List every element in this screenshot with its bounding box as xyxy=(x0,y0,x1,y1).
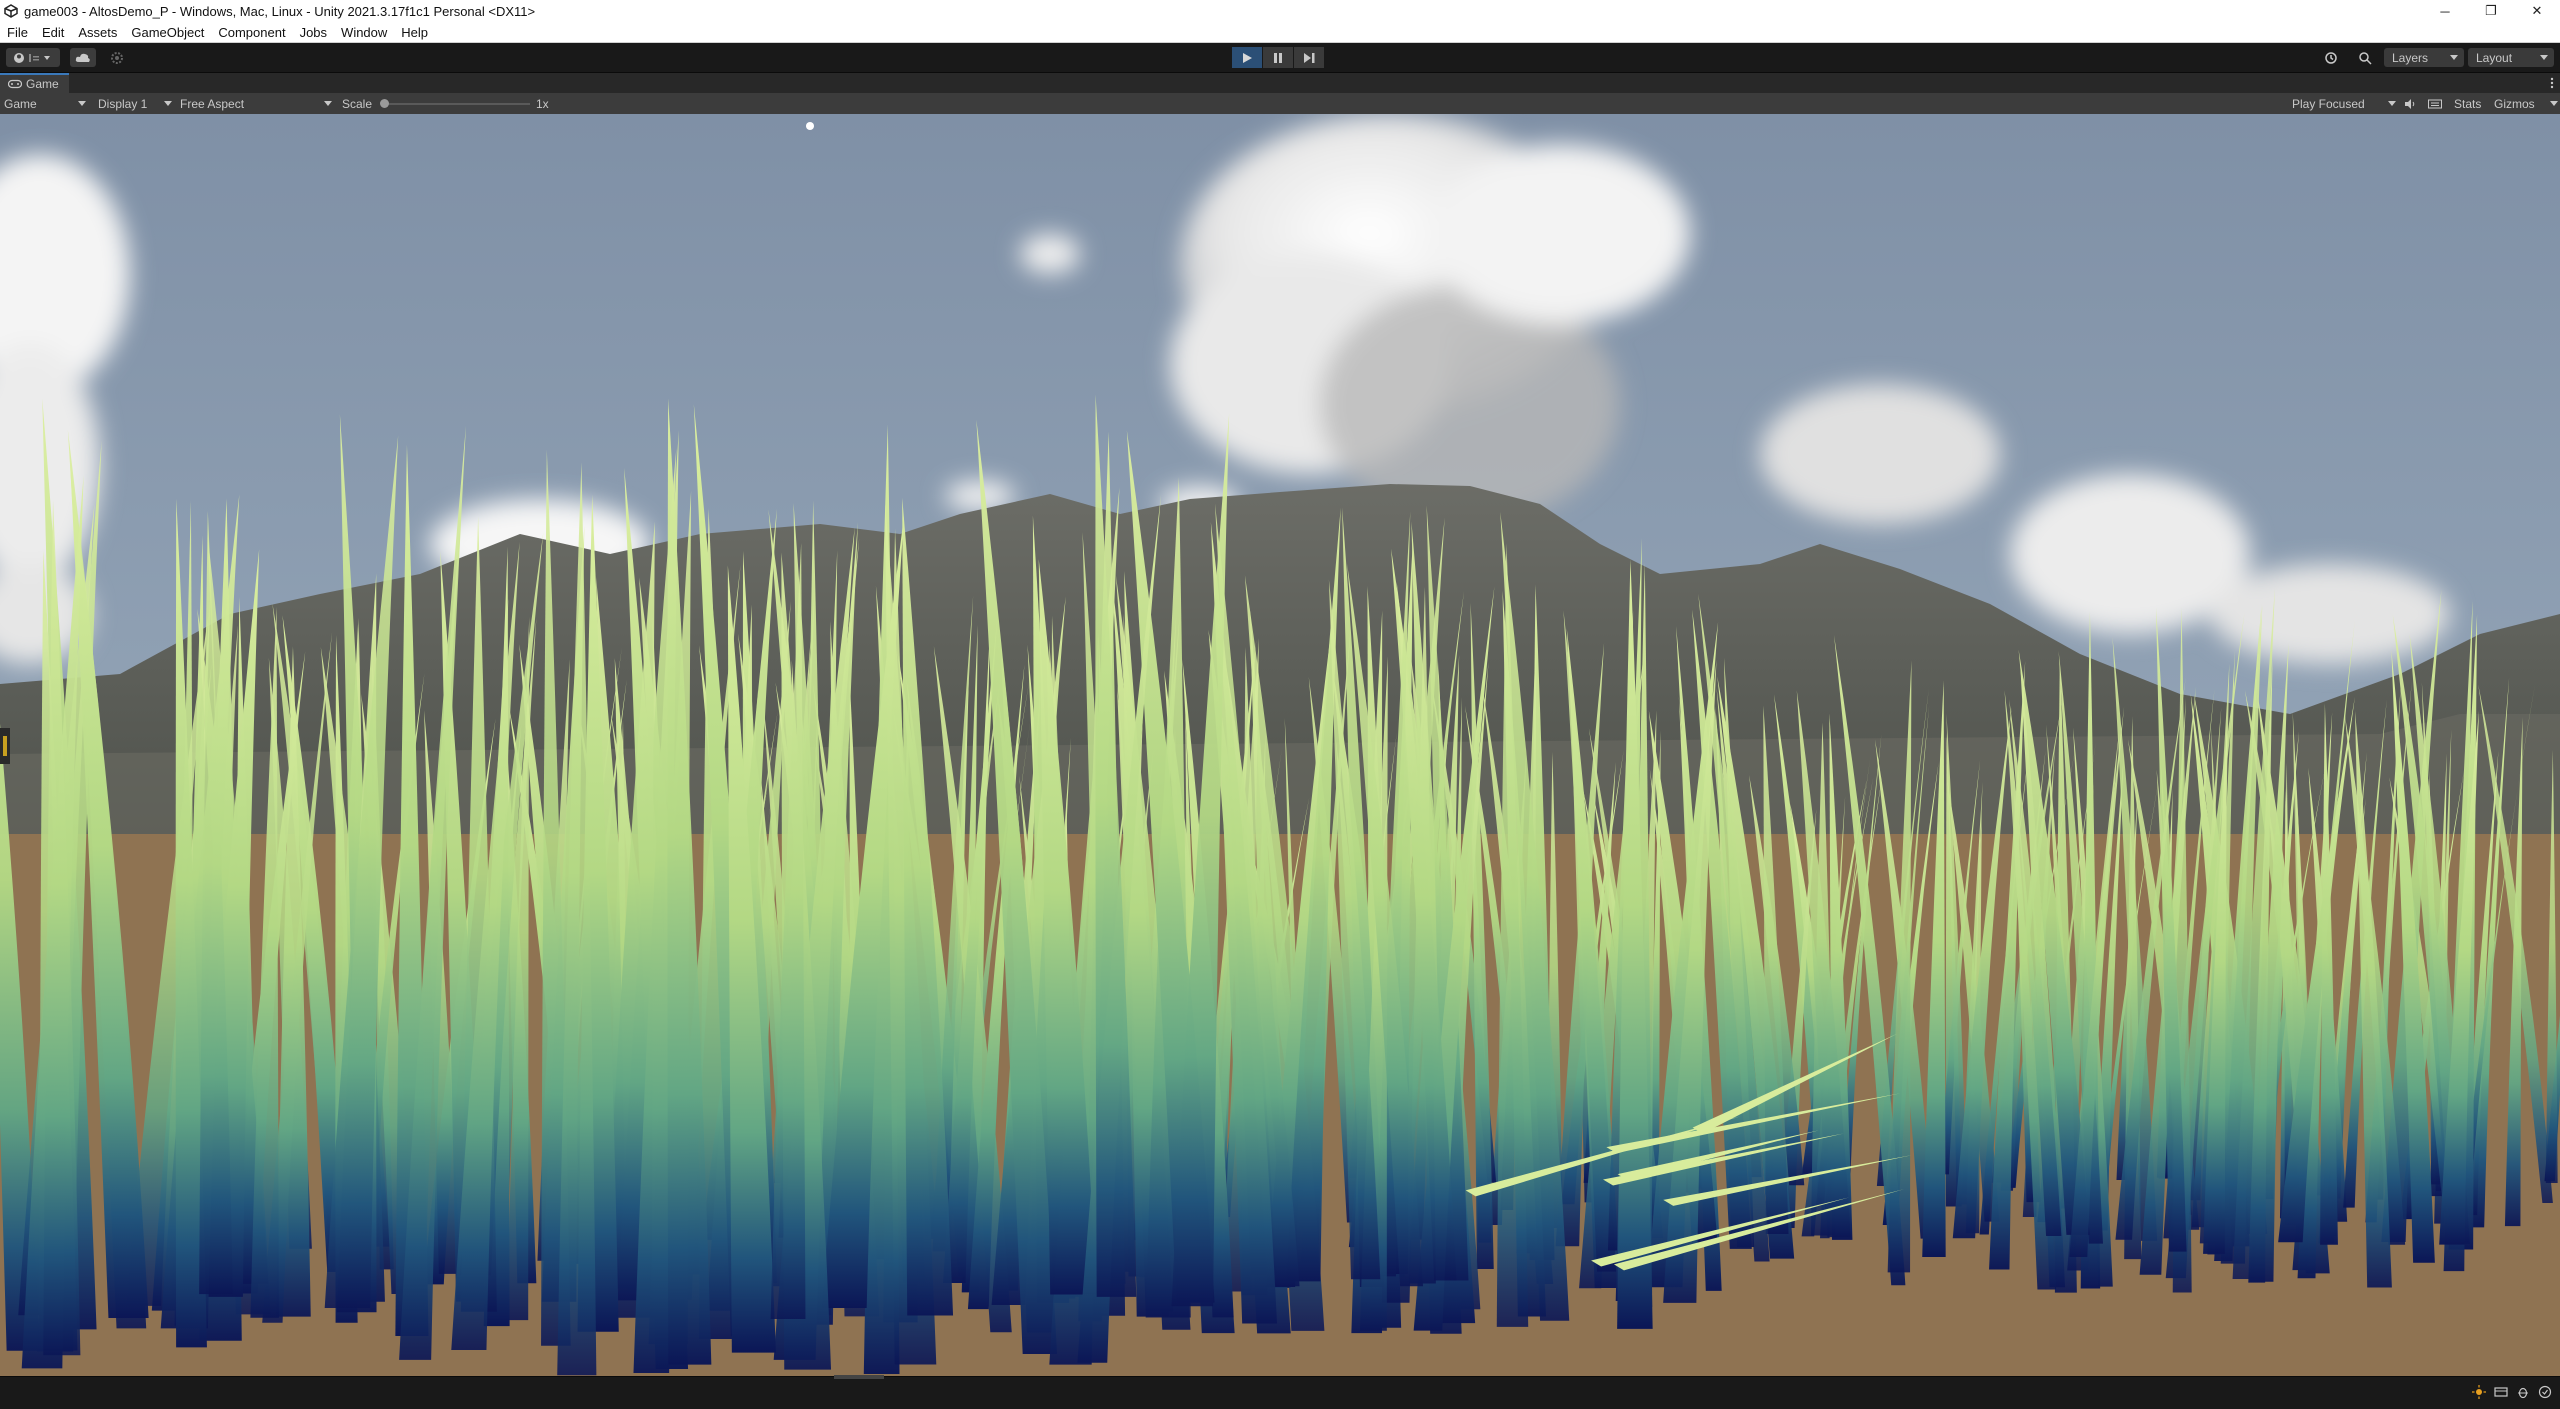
close-button[interactable]: ✕ xyxy=(2514,0,2560,22)
title-bar: game003 - AltosDemo_P - Windows, Mac, Li… xyxy=(0,0,2560,22)
tab-bar: Game xyxy=(0,73,2560,93)
scale-slider-track[interactable] xyxy=(384,103,530,105)
menu-file[interactable]: File xyxy=(0,25,35,40)
menu-jobs[interactable]: Jobs xyxy=(293,25,334,40)
build-icon[interactable] xyxy=(2494,1385,2508,1399)
scale-label: Scale xyxy=(342,96,373,111)
tab-game-label: Game xyxy=(26,77,59,91)
menu-bar: File Edit Assets GameObject Component Jo… xyxy=(0,22,2560,43)
pause-icon xyxy=(1274,52,1282,63)
minimize-button[interactable]: ─ xyxy=(2422,0,2468,22)
play-controls xyxy=(1232,47,1325,68)
account-icon xyxy=(14,52,50,63)
chevron-down-icon xyxy=(324,101,332,106)
gamepad-icon xyxy=(8,79,22,89)
step-button[interactable] xyxy=(1294,47,1324,68)
main-toolbar: Layers Layout xyxy=(0,43,2560,73)
account-button[interactable] xyxy=(6,48,60,67)
debug-icon[interactable] xyxy=(2516,1385,2530,1399)
display-label: Display 1 xyxy=(98,96,148,111)
scale-value: 1x xyxy=(536,96,549,111)
chevron-down-icon xyxy=(78,101,86,106)
play-mode-dropdown[interactable]: Play Focused xyxy=(2292,93,2396,114)
menu-component[interactable]: Component xyxy=(211,25,292,40)
game-viewport[interactable] xyxy=(0,114,2560,1376)
gizmos-dropdown[interactable]: Gizmos xyxy=(2494,93,2558,114)
menu-gameobject[interactable]: GameObject xyxy=(124,25,211,40)
status-icons xyxy=(2472,1385,2552,1399)
aspect-label: Free Aspect xyxy=(180,96,245,111)
menu-window[interactable]: Window xyxy=(334,25,394,40)
step-icon xyxy=(1303,52,1314,63)
menu-help[interactable]: Help xyxy=(394,25,435,40)
layout-dropdown[interactable]: Layout xyxy=(2468,48,2554,67)
history-icon xyxy=(2325,51,2337,64)
side-handle[interactable] xyxy=(0,728,10,764)
chevron-down-icon xyxy=(2540,55,2548,60)
search-icon xyxy=(2359,51,2372,65)
more-vertical-icon xyxy=(2550,77,2554,89)
play-mode-label: Play Focused xyxy=(2292,96,2365,111)
status-bar xyxy=(0,1375,2560,1409)
scale-slider-handle[interactable] xyxy=(380,99,389,108)
history-button[interactable] xyxy=(2318,48,2344,67)
tab-game[interactable]: Game xyxy=(0,73,69,93)
search-button[interactable] xyxy=(2352,48,2378,67)
play-button[interactable] xyxy=(1232,47,1262,68)
aspect-dropdown[interactable]: Free Aspect xyxy=(180,93,334,114)
display-dropdown[interactable]: Display 1 xyxy=(98,93,174,114)
layout-label: Layout xyxy=(2476,50,2513,65)
layers-dropdown[interactable]: Layers xyxy=(2384,48,2464,67)
cloud-icon xyxy=(75,53,90,62)
speaker-icon xyxy=(2405,98,2415,109)
tab-menu-button[interactable] xyxy=(2550,77,2554,89)
restore-button[interactable]: ❐ xyxy=(2468,0,2514,22)
chevron-down-icon xyxy=(2388,101,2396,106)
game-view-toolbar: Game Display 1 Free Aspect Scale 1x Play… xyxy=(0,93,2560,115)
cloud-button[interactable] xyxy=(70,48,96,67)
chevron-down-icon xyxy=(2450,55,2458,60)
settings-button[interactable] xyxy=(104,48,130,67)
lighting-icon[interactable] xyxy=(2472,1385,2486,1399)
view-label: Game xyxy=(4,96,37,111)
unity-logo-icon xyxy=(4,4,18,18)
check-icon[interactable] xyxy=(2538,1385,2552,1399)
shortcuts-button[interactable] xyxy=(2428,93,2442,114)
window-title: game003 - AltosDemo_P - Windows, Mac, Li… xyxy=(24,3,536,19)
view-dropdown[interactable]: Game xyxy=(4,93,88,114)
gear-icon xyxy=(111,51,123,64)
handle-grip xyxy=(3,736,7,756)
scene-render xyxy=(0,114,2560,1376)
sun xyxy=(806,122,814,130)
layers-label: Layers xyxy=(2392,50,2429,65)
scroll-indicator[interactable] xyxy=(834,1375,884,1379)
chevron-down-icon xyxy=(164,101,172,106)
mute-audio-button[interactable] xyxy=(2404,93,2416,114)
chevron-down-icon xyxy=(2550,101,2558,106)
menu-edit[interactable]: Edit xyxy=(35,25,71,40)
menu-assets[interactable]: Assets xyxy=(71,25,124,40)
pause-button[interactable] xyxy=(1263,47,1293,68)
keyboard-icon xyxy=(2428,99,2442,108)
stats-button[interactable]: Stats xyxy=(2454,93,2481,114)
gizmos-label: Gizmos xyxy=(2494,96,2535,111)
play-icon xyxy=(1243,52,1252,63)
